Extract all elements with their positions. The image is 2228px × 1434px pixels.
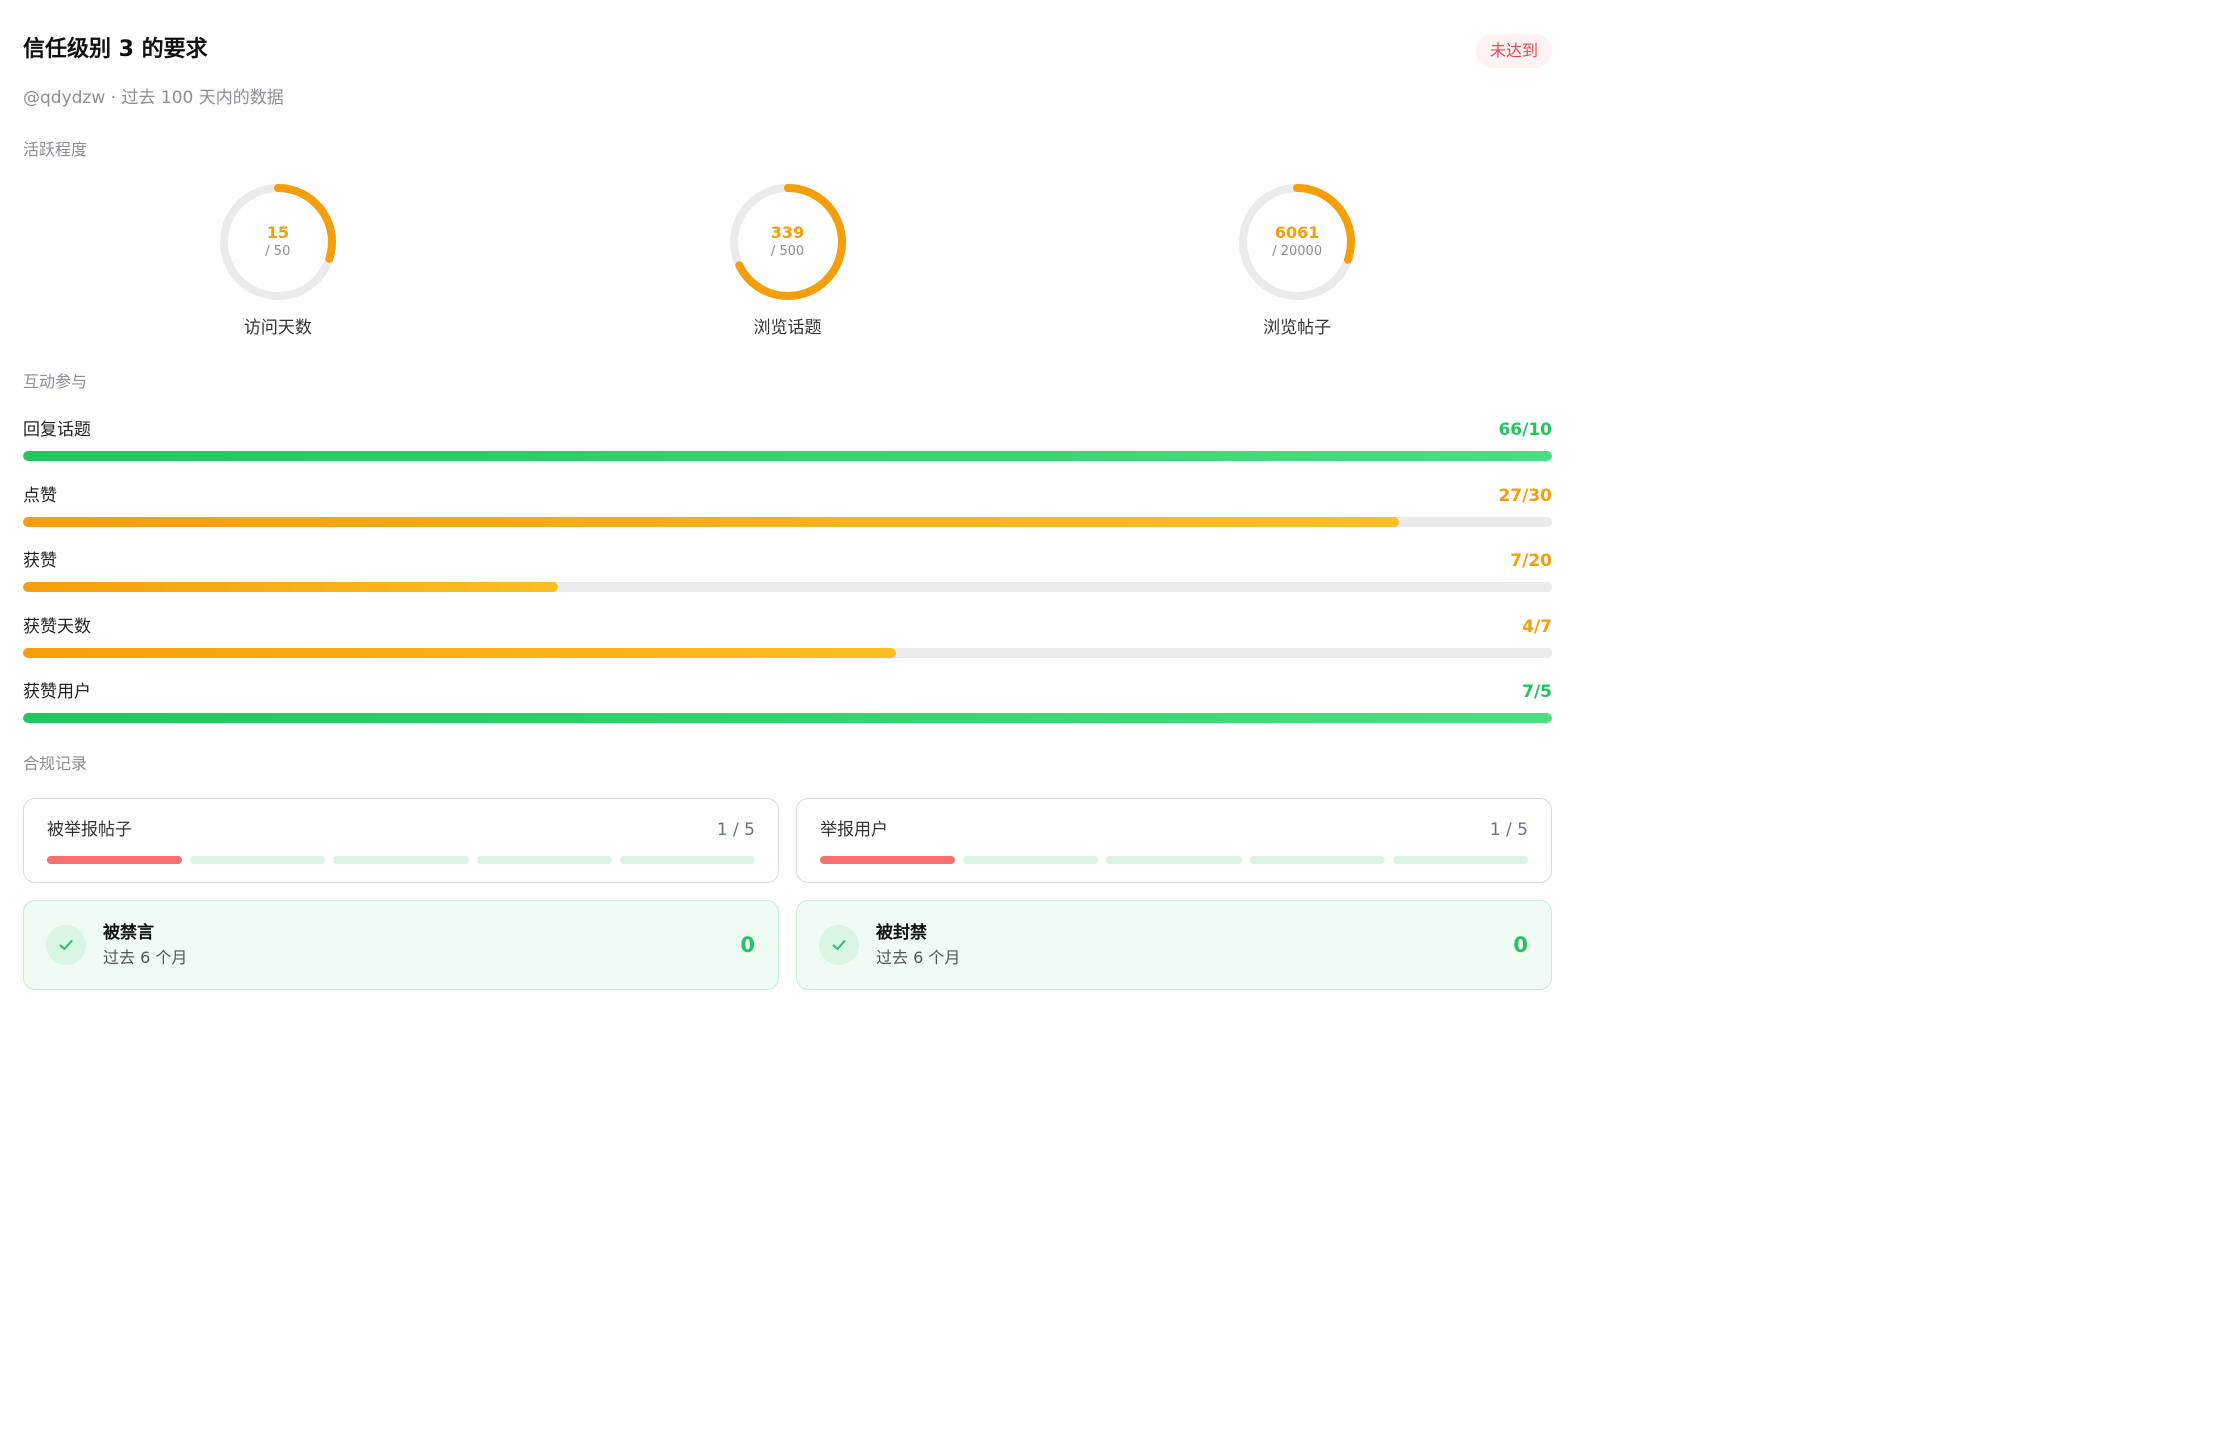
progress-row: 点赞 27/30 [23, 483, 1552, 549]
gauge-label: 访问天数 [243, 318, 312, 338]
card-header: 信任级别 3 的要求 未达到 [23, 34, 1552, 74]
progress-value: 27/30 [1498, 485, 1552, 506]
progress-fill [23, 713, 1552, 723]
compliance-grid: 被举报帖子 1 / 5 举报用户 1 / 5 被禁言 过去 6 个月 0 被封禁… [23, 798, 1552, 990]
segment-empty [619, 856, 756, 864]
progress-track [23, 713, 1552, 723]
progress-value: 66/10 [1498, 420, 1552, 440]
segment-empty [1392, 856, 1529, 864]
section-label-activity: 活跃程度 [23, 140, 88, 159]
progress-row: 回复话题 66/10 [23, 417, 1552, 483]
gauge-center: 15 / 50 [216, 180, 340, 304]
progress-track [23, 647, 1552, 658]
record-value: 0 [1513, 933, 1528, 957]
gauge: 15 / 50 访问天数 [23, 180, 533, 350]
progress-label: 获赞用户 [23, 682, 91, 702]
progress-value: 4/7 [1522, 616, 1552, 637]
gauge-target: / 20000 [1272, 244, 1323, 259]
status-badge: 未达到 [1475, 34, 1552, 68]
gauge: 339 / 500 浏览话题 [533, 180, 1043, 350]
segment-empty [1249, 856, 1385, 864]
record-box: 被封禁 过去 6 个月 0 [796, 900, 1552, 990]
segment-used [820, 856, 956, 864]
report-title: 举报用户 [820, 820, 888, 840]
gauge: 6061 / 20000 浏览帖子 [1042, 180, 1552, 350]
gauge-target: / 50 [265, 244, 291, 259]
section-label-compliance: 合规记录 [23, 754, 88, 773]
progress-track [23, 451, 1552, 461]
segment-empty [333, 856, 469, 864]
report-box: 举报用户 1 / 5 [796, 798, 1552, 883]
report-count: 1 / 5 [1489, 820, 1528, 840]
progress-value: 7/20 [1510, 551, 1552, 571]
gauge-ring: 339 / 500 [726, 180, 850, 304]
segment-empty [1106, 856, 1242, 864]
section-label-engagement: 互动参与 [23, 372, 88, 391]
record-box: 被禁言 过去 6 个月 0 [23, 900, 779, 990]
progress-row: 获赞用户 7/5 [23, 679, 1552, 745]
progress-track [23, 516, 1552, 527]
progress-fill [23, 582, 559, 592]
report-title: 被举报帖子 [47, 820, 132, 840]
progress-fill [23, 451, 1552, 461]
report-count: 1 / 5 [716, 820, 755, 840]
report-segments [820, 856, 1529, 864]
segment-empty [190, 856, 326, 864]
report-box: 被举报帖子 1 / 5 [23, 798, 779, 883]
check-icon [46, 925, 86, 965]
activity-gauges: 15 / 50 访问天数 339 / 500 浏览话题 6061 / 20000… [23, 180, 1552, 350]
progress-label: 回复话题 [23, 420, 91, 440]
engagement-bars: 回复话题 66/10 点赞 27/30 获赞 7/20 获赞天数 4/7 获赞用… [23, 417, 1552, 745]
gauge-label: 浏览话题 [753, 318, 822, 338]
progress-label: 点赞 [23, 485, 57, 506]
record-value: 0 [740, 933, 755, 957]
gauge-center: 6061 / 20000 [1235, 180, 1359, 304]
progress-value: 7/5 [1522, 682, 1552, 702]
segment-empty [476, 856, 612, 864]
progress-label: 获赞天数 [23, 616, 91, 637]
gauge-label: 浏览帖子 [1263, 318, 1332, 338]
card-subtitle: @qdydzw · 过去 100 天内的数据 [23, 88, 284, 108]
record-desc: 过去 6 个月 [103, 948, 188, 967]
progress-fill [23, 647, 897, 658]
report-segments [47, 856, 756, 864]
progress-fill [23, 516, 1400, 527]
gauge-target: / 500 [770, 244, 805, 259]
progress-row: 获赞天数 4/7 [23, 614, 1552, 680]
gauge-ring: 6061 / 20000 [1235, 180, 1359, 304]
segment-empty [963, 856, 1099, 864]
segment-used [47, 856, 183, 864]
gauge-ring: 15 / 50 [216, 180, 340, 304]
progress-track [23, 582, 1552, 592]
record-title: 被封禁 [876, 923, 927, 943]
check-icon [819, 925, 859, 965]
trust-level-card: 信任级别 3 的要求 未达到 @qdydzw · 过去 100 天内的数据 活跃… [0, 0, 1568, 1020]
gauge-value: 339 [770, 223, 805, 242]
progress-label: 获赞 [23, 551, 57, 571]
gauge-value: 15 [266, 223, 289, 242]
gauge-value: 6061 [1274, 223, 1320, 242]
progress-row: 获赞 7/20 [23, 548, 1552, 614]
gauge-center: 339 / 500 [726, 180, 850, 304]
record-title: 被禁言 [103, 923, 154, 943]
record-desc: 过去 6 个月 [876, 948, 961, 967]
page-title: 信任级别 3 的要求 [23, 37, 208, 62]
